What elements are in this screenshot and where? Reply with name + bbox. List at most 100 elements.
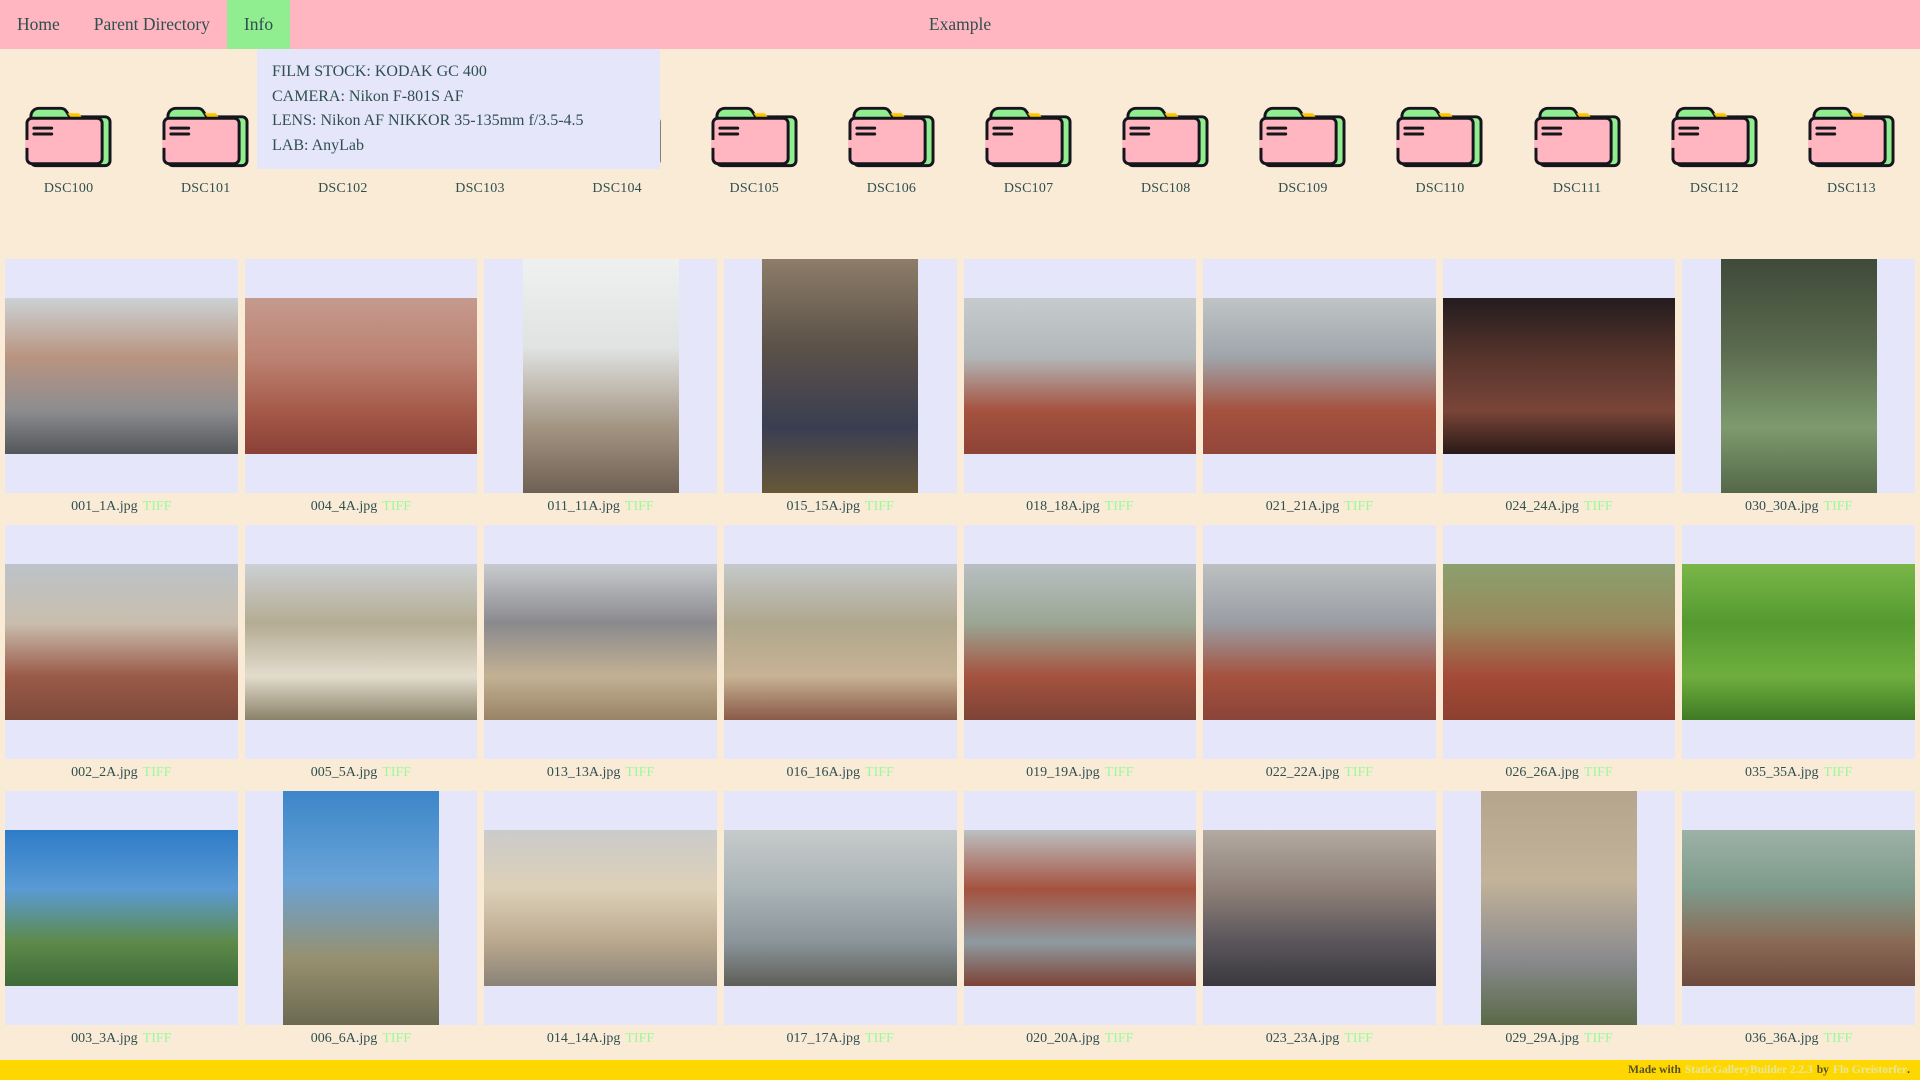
photo-thumbnail-link[interactable] bbox=[1682, 525, 1915, 759]
photo-image bbox=[484, 830, 717, 986]
tiff-link[interactable]: TIFF bbox=[382, 1031, 411, 1046]
photo-thumbnail-link[interactable] bbox=[1203, 525, 1436, 759]
folder-item-dsc110[interactable]: DSC110 bbox=[1371, 102, 1508, 197]
tiff-link[interactable]: TIFF bbox=[1584, 499, 1613, 514]
tiff-link[interactable]: TIFF bbox=[1105, 499, 1134, 514]
tiff-link[interactable]: TIFF bbox=[1105, 1031, 1134, 1046]
photo-thumbnail-link[interactable] bbox=[1442, 525, 1676, 759]
photo-image bbox=[1203, 564, 1436, 720]
photo-image bbox=[522, 259, 679, 493]
photo-thumbnail-link[interactable] bbox=[1203, 791, 1436, 1025]
tiff-link[interactable]: TIFF bbox=[143, 765, 172, 780]
photo-image bbox=[1720, 259, 1877, 493]
tiff-link[interactable]: TIFF bbox=[625, 1031, 654, 1046]
photo-thumbnail-link[interactable] bbox=[5, 259, 238, 493]
folder-icon bbox=[1122, 102, 1209, 170]
nav-item-parent-directory[interactable]: Parent Directory bbox=[77, 0, 227, 49]
tiff-link[interactable]: TIFF bbox=[1824, 765, 1853, 780]
info-line: LENS: Nikon AF NIKKOR 35-135mm f/3.5-4.5 bbox=[272, 112, 584, 129]
tiff-link[interactable]: TIFF bbox=[625, 765, 654, 780]
tiff-link[interactable]: TIFF bbox=[1344, 499, 1373, 514]
nav-item-info[interactable]: Info bbox=[226, 0, 291, 49]
folder-icon bbox=[1533, 102, 1621, 170]
tiff-link[interactable]: TIFF bbox=[143, 1031, 172, 1046]
photo-thumbnail-link[interactable] bbox=[723, 259, 957, 493]
tiff-link[interactable]: TIFF bbox=[1584, 765, 1613, 780]
photo-caption: 026_26A.jpg TIFF bbox=[1443, 765, 1676, 783]
info-line: LAB: AnyLab bbox=[272, 136, 364, 154]
photo-thumbnail-link[interactable] bbox=[484, 525, 717, 759]
photo-thumbnail-link[interactable] bbox=[244, 259, 478, 493]
tiff-link[interactable]: TIFF bbox=[865, 499, 894, 514]
photo-filename: 018_18A.jpg bbox=[1026, 499, 1100, 514]
folder-item-dsc112[interactable]: DSC112 bbox=[1646, 102, 1783, 197]
photo-caption: 023_23A.jpg TIFF bbox=[1203, 1031, 1436, 1049]
footer-author-link[interactable]: Flo Greistorfer bbox=[1833, 1064, 1907, 1076]
tiff-link[interactable]: TIFF bbox=[143, 499, 172, 514]
tiff-link[interactable]: TIFF bbox=[1344, 1031, 1373, 1046]
folder-label: DSC102 bbox=[318, 181, 368, 196]
tiff-link[interactable]: TIFF bbox=[865, 765, 894, 780]
photo-thumbnail-link[interactable] bbox=[1203, 259, 1436, 493]
tiff-link[interactable]: TIFF bbox=[382, 499, 411, 514]
folder-label: DSC107 bbox=[1003, 181, 1054, 196]
photo-tile: 017_17A.jpg TIFF bbox=[723, 791, 957, 1057]
photo-thumbnail-link[interactable] bbox=[5, 791, 238, 1025]
folder-item-dsc101[interactable]: DSC101 bbox=[137, 102, 274, 197]
photo-thumbnail-link[interactable] bbox=[963, 259, 1197, 493]
photo-thumbnail-link[interactable] bbox=[1682, 259, 1915, 493]
tiff-link[interactable]: TIFF bbox=[1824, 499, 1853, 514]
photo-filename: 013_13A.jpg bbox=[546, 765, 621, 780]
folder-item-dsc100[interactable]: DSC100 bbox=[0, 102, 137, 197]
tiff-link[interactable]: TIFF bbox=[1824, 1031, 1853, 1046]
photo-caption: 013_13A.jpg TIFF bbox=[484, 765, 717, 783]
photo-caption: 029_29A.jpg TIFF bbox=[1443, 1031, 1676, 1049]
folder-item-dsc111[interactable]: DSC111 bbox=[1509, 102, 1646, 197]
tiff-link[interactable]: TIFF bbox=[1584, 1031, 1613, 1046]
folder-item-dsc105[interactable]: DSC105 bbox=[686, 102, 823, 197]
footer-builder-link[interactable]: StaticGalleryBuilder 2.2.3 bbox=[1685, 1064, 1813, 1076]
folder-item-dsc113[interactable]: DSC113 bbox=[1783, 102, 1920, 197]
tiff-link[interactable]: TIFF bbox=[1344, 765, 1373, 780]
photo-caption: 024_24A.jpg TIFF bbox=[1443, 499, 1676, 517]
folder-item-dsc108[interactable]: DSC108 bbox=[1097, 102, 1234, 197]
photo-thumbnail-link[interactable] bbox=[1682, 791, 1915, 1025]
photo-image bbox=[484, 564, 717, 720]
tiff-link[interactable]: TIFF bbox=[865, 1031, 894, 1046]
photo-thumbnail-link[interactable] bbox=[5, 525, 238, 759]
tiff-link[interactable]: TIFF bbox=[1105, 765, 1134, 780]
photo-thumbnail-link[interactable] bbox=[723, 525, 957, 759]
photo-thumbnail-link[interactable] bbox=[1442, 259, 1676, 493]
photo-filename: 016_16A.jpg bbox=[786, 765, 861, 780]
photo-filename: 003_3A.jpg bbox=[71, 1031, 138, 1046]
photo-tile: 018_18A.jpg TIFF bbox=[963, 259, 1197, 525]
tiff-link[interactable]: TIFF bbox=[625, 499, 654, 514]
photo-filename: 015_15A.jpg bbox=[786, 499, 861, 514]
photo-tile: 002_2A.jpg TIFF bbox=[5, 525, 238, 791]
photo-caption: 019_19A.jpg TIFF bbox=[964, 765, 1197, 783]
photo-thumbnail-link[interactable] bbox=[963, 791, 1197, 1025]
photo-image bbox=[723, 564, 957, 720]
photo-thumbnail-link[interactable] bbox=[484, 791, 717, 1025]
folder-label: DSC112 bbox=[1689, 181, 1739, 196]
photo-thumbnail-link[interactable] bbox=[723, 791, 957, 1025]
folder-item-dsc109[interactable]: DSC109 bbox=[1234, 102, 1371, 197]
photo-thumbnail-link[interactable] bbox=[244, 525, 478, 759]
photo-thumbnail-link[interactable] bbox=[244, 791, 478, 1025]
photo-thumbnail-link[interactable] bbox=[963, 525, 1197, 759]
tiff-link[interactable]: TIFF bbox=[382, 765, 411, 780]
nav-item-home[interactable]: Home bbox=[0, 0, 77, 49]
photo-tile: 003_3A.jpg TIFF bbox=[5, 791, 238, 1057]
info-popup: FILM STOCK: KODAK GC 400 CAMERA: Nikon F-… bbox=[257, 49, 660, 169]
gallery-row: 001_1A.jpg TIFF 004_4A.jpg TIFF 011_11A.jp… bbox=[5, 259, 1915, 525]
photo-filename: 030_30A.jpg bbox=[1745, 499, 1819, 514]
photo-thumbnail-link[interactable] bbox=[1442, 791, 1676, 1025]
photo-tile: 014_14A.jpg TIFF bbox=[484, 791, 717, 1057]
folder-icon bbox=[985, 102, 1072, 170]
photo-caption: 036_36A.jpg TIFF bbox=[1682, 1031, 1915, 1049]
photo-thumbnail-link[interactable] bbox=[484, 259, 717, 493]
folder-item-dsc107[interactable]: DSC107 bbox=[960, 102, 1097, 197]
photo-caption: 001_1A.jpg TIFF bbox=[5, 499, 238, 517]
folder-item-dsc106[interactable]: DSC106 bbox=[823, 102, 960, 197]
folder-label: DSC105 bbox=[729, 181, 779, 196]
